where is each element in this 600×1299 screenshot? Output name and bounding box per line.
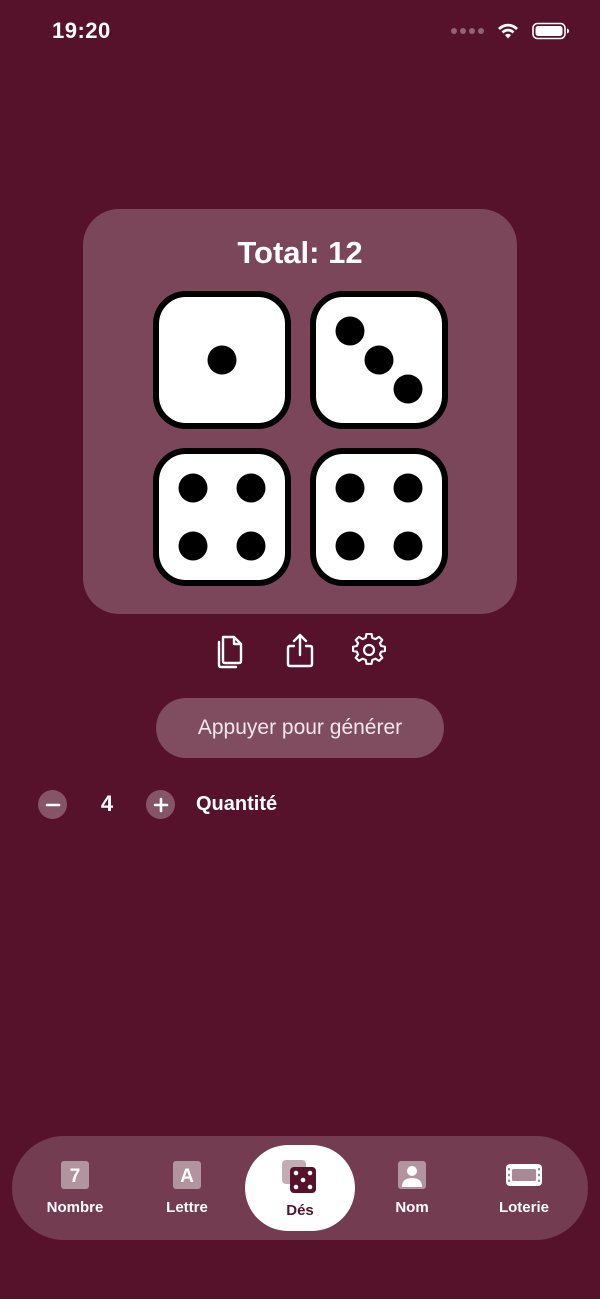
die-pip xyxy=(236,473,266,503)
decrement-button[interactable] xyxy=(38,790,67,819)
tab-label: Nombre xyxy=(46,1199,104,1216)
number-7-icon: 7 xyxy=(61,1161,89,1189)
tab-nombre[interactable]: 7 Nombre xyxy=(20,1136,130,1240)
tab-bar: 7 Nombre A Lettre Dés Nom Loterie xyxy=(12,1136,588,1240)
tab-loterie[interactable]: Loterie xyxy=(469,1136,579,1240)
signal-dots-icon xyxy=(451,28,484,34)
die-2[interactable] xyxy=(310,291,448,429)
letter-a-glyph: A xyxy=(180,1166,194,1187)
die-3[interactable] xyxy=(153,448,291,586)
settings-button[interactable] xyxy=(347,628,391,672)
die-pip xyxy=(335,473,365,503)
die-pip xyxy=(178,473,208,503)
quantity-label: Quantité xyxy=(196,793,278,815)
battery-icon xyxy=(532,22,569,40)
tab-label: Lettre xyxy=(166,1199,208,1216)
die-pip xyxy=(335,531,365,561)
tab-nom[interactable]: Nom xyxy=(357,1136,467,1240)
die-pip xyxy=(236,531,266,561)
die-pip xyxy=(393,531,423,561)
tab-label: Dés xyxy=(286,1202,314,1219)
status-time: 19:20 xyxy=(52,18,111,43)
die-pip xyxy=(393,374,423,404)
increment-button[interactable] xyxy=(146,790,175,819)
action-row xyxy=(0,628,600,672)
letter-a-icon: A xyxy=(173,1161,201,1189)
die-pip xyxy=(178,531,208,561)
dice-icon xyxy=(282,1160,316,1193)
copy-icon xyxy=(217,635,243,669)
minus-icon xyxy=(45,803,60,806)
status-bar: 19:20 xyxy=(0,0,600,66)
tab-label: Loterie xyxy=(498,1199,549,1216)
plus-icon xyxy=(153,797,168,812)
die-4[interactable] xyxy=(310,448,448,586)
number-7-glyph: 7 xyxy=(70,1166,81,1187)
die-pip xyxy=(335,316,365,346)
gear-icon xyxy=(352,633,386,665)
dice-result-card: Total: 12 xyxy=(83,209,517,614)
ticket-icon xyxy=(506,1164,542,1186)
quantity-stepper: 4 Quantité xyxy=(36,788,436,820)
generate-button[interactable]: Appuyer pour générer xyxy=(156,698,444,758)
copy-button[interactable] xyxy=(209,628,253,672)
die-pip xyxy=(364,345,394,375)
tab-des[interactable]: Dés xyxy=(245,1145,355,1231)
tab-lettre[interactable]: A Lettre xyxy=(132,1136,242,1240)
status-icons xyxy=(451,22,570,40)
quantity-value: 4 xyxy=(100,791,114,816)
die-pip xyxy=(207,345,237,375)
share-icon xyxy=(286,633,314,668)
total-label: Total: 12 xyxy=(237,235,363,270)
share-button[interactable] xyxy=(278,628,322,672)
die-pip xyxy=(393,473,423,503)
tab-label: Nom xyxy=(395,1199,429,1216)
die-1[interactable] xyxy=(153,291,291,429)
wifi-icon xyxy=(498,23,518,39)
person-icon xyxy=(398,1161,426,1189)
